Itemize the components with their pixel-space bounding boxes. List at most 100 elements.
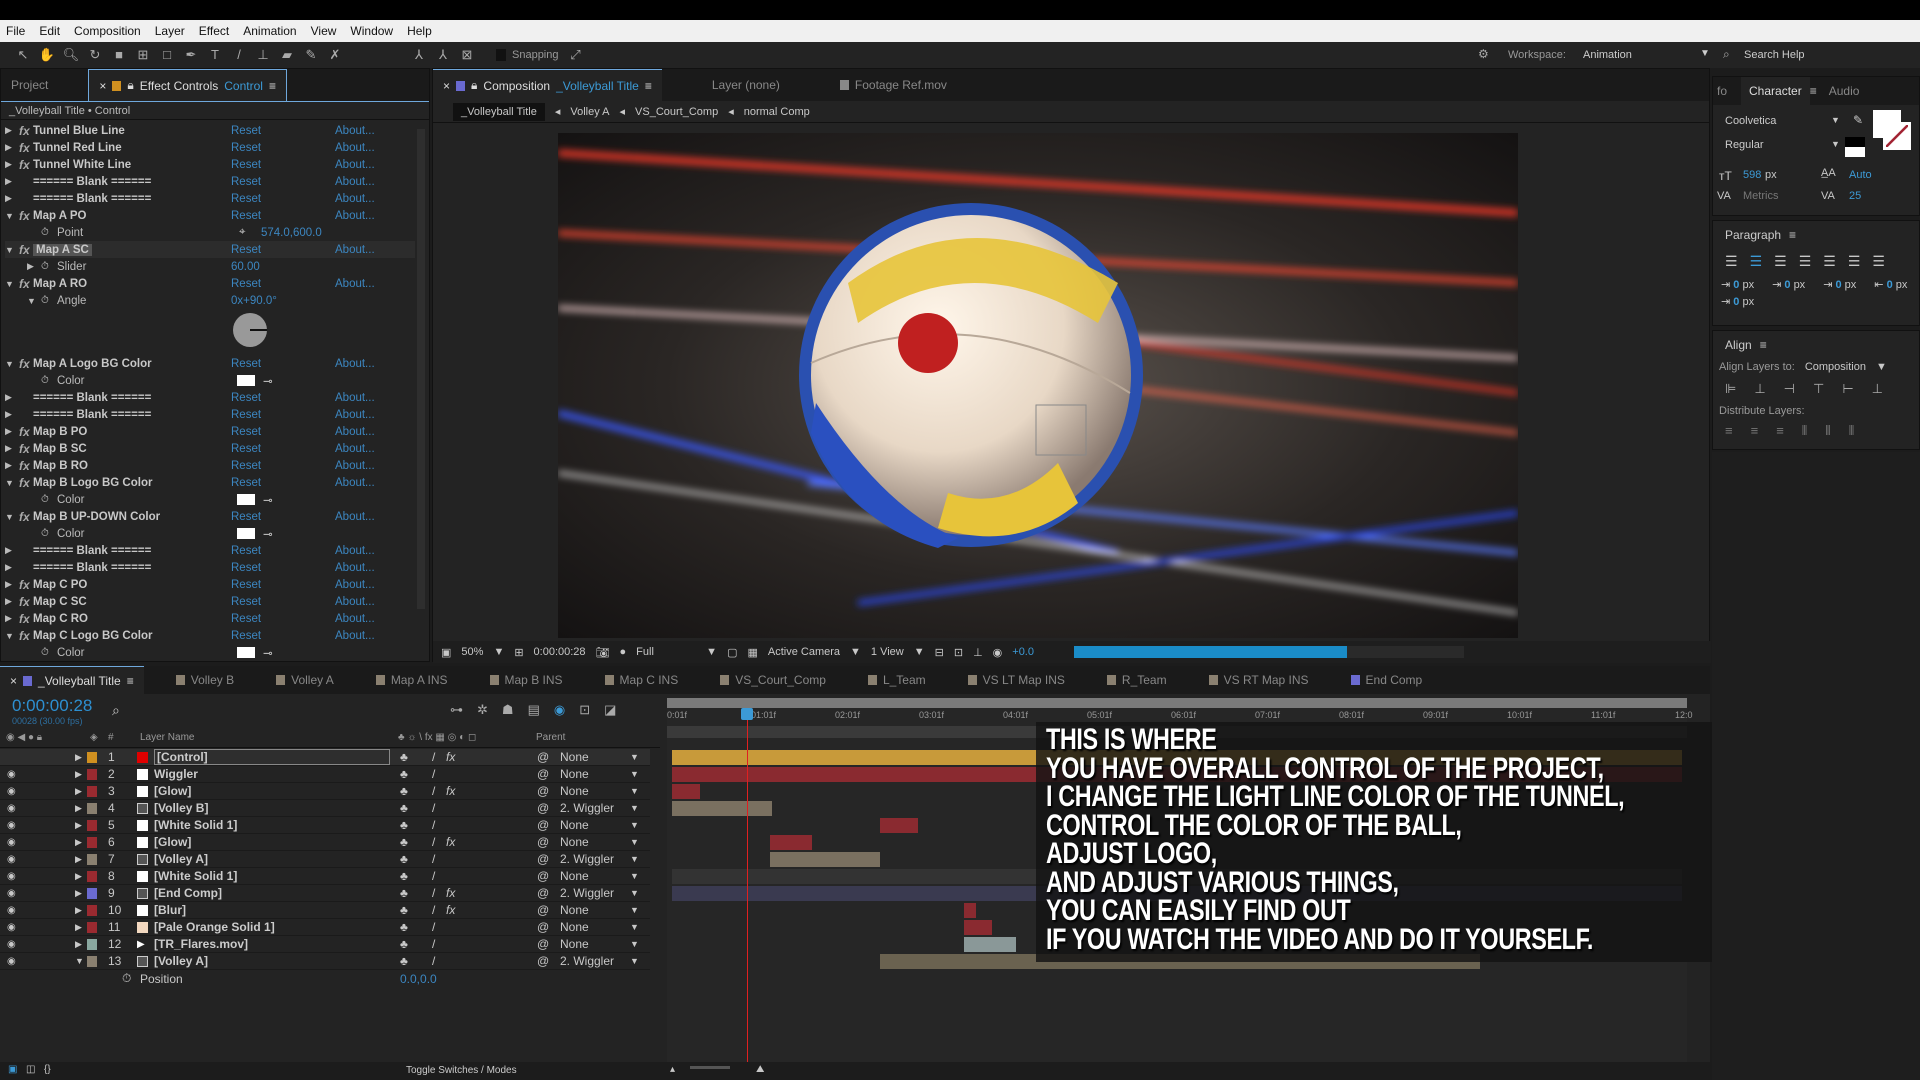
- layer-name[interactable]: [Volley A]: [154, 954, 208, 968]
- timeline-tab[interactable]: VS_Court_Comp: [710, 666, 836, 694]
- layer-row[interactable]: ◉ ▶ 3 [Glow] ♣ / fx @ None ▼: [0, 783, 650, 800]
- panel-menu-icon[interactable]: ≡: [645, 79, 652, 93]
- reset-link[interactable]: Reset: [231, 409, 261, 421]
- tab-character[interactable]: Character: [1741, 77, 1810, 105]
- menu-file[interactable]: File: [6, 24, 25, 38]
- layer-switches-icon[interactable]: ▣: [8, 1064, 17, 1075]
- chevron-down-icon[interactable]: ▼: [1831, 139, 1840, 149]
- axis-local-icon[interactable]: ⅄: [410, 47, 428, 63]
- justify-all-icon[interactable]: ☰: [1872, 253, 1885, 270]
- expand-triangle-icon[interactable]: ▶: [75, 854, 82, 865]
- chevron-down-icon[interactable]: ▼: [630, 803, 639, 813]
- reset-link[interactable]: Reset: [231, 210, 261, 222]
- shape-tool-icon[interactable]: □: [158, 47, 176, 63]
- effect-row[interactable]: ▼ fx Map B Logo BG Color Reset About...: [5, 474, 415, 491]
- fx-switch-icon[interactable]: fx: [446, 835, 455, 849]
- pick-whip-icon[interactable]: @: [537, 852, 549, 866]
- pick-whip-icon[interactable]: @: [537, 954, 549, 968]
- layer-duration-bar[interactable]: [770, 852, 880, 867]
- about-link[interactable]: About...: [335, 477, 375, 489]
- work-area-bar[interactable]: [667, 698, 1687, 708]
- parent-select[interactable]: 2. Wiggler: [560, 954, 614, 968]
- pick-whip-icon[interactable]: @: [537, 784, 549, 798]
- crosshair-icon[interactable]: ⌖: [239, 226, 245, 239]
- label-color[interactable]: [87, 956, 97, 967]
- layer-name[interactable]: [TR_Flares.mov]: [154, 937, 248, 951]
- effect-row[interactable]: ▶ ====== Blank ====== Reset About...: [5, 389, 415, 406]
- quality-switch-icon[interactable]: /: [432, 852, 435, 866]
- indent-left-field[interactable]: ⇥ 0 px: [1721, 278, 1754, 291]
- pick-whip-icon[interactable]: @: [537, 886, 549, 900]
- timeline-tab[interactable]: × _Volleyball Title ≡: [0, 666, 144, 694]
- shy-layers-icon[interactable]: ☗: [502, 702, 514, 718]
- indent-right-field[interactable]: ⇤ 0 px: [1874, 278, 1907, 291]
- eyedropper-icon[interactable]: ✎: [1853, 113, 1863, 127]
- expand-triangle-icon[interactable]: ▶: [5, 142, 19, 153]
- effect-row[interactable]: ▶ ====== Blank ====== Reset About...: [5, 190, 415, 207]
- reset-link[interactable]: Reset: [231, 562, 261, 574]
- layer-row[interactable]: ▶ 1 [Control] ♣ / fx @ None ▼: [0, 749, 650, 766]
- expand-triangle-icon[interactable]: ▶: [5, 125, 19, 136]
- transfer-controls-icon[interactable]: ◫: [26, 1064, 35, 1075]
- panel-menu-icon[interactable]: ≡: [269, 79, 276, 93]
- chevron-down-icon[interactable]: ▼: [630, 956, 639, 966]
- eyedropper-icon[interactable]: ⊸: [263, 527, 273, 541]
- chevron-down-icon[interactable]: ▼: [630, 820, 639, 830]
- panel-menu-icon[interactable]: ≡: [1789, 228, 1796, 242]
- quality-switch-icon[interactable]: /: [432, 954, 435, 968]
- layer-row[interactable]: ◉ ▶ 11 [Pale Orange Solid 1] ♣ / @ None ▼: [0, 919, 650, 936]
- timeline-tab[interactable]: Map B INS: [480, 666, 573, 694]
- color-swatch[interactable]: [237, 528, 255, 539]
- quality-switch-icon[interactable]: /: [432, 937, 435, 951]
- effect-row[interactable]: ⏱ Color ⊸: [5, 491, 415, 508]
- column-layer-name[interactable]: Layer Name: [140, 732, 194, 743]
- stopwatch-icon[interactable]: ⏱: [41, 261, 57, 272]
- transparency-grid-icon[interactable]: ▦: [747, 646, 757, 659]
- effect-row[interactable]: ▶ fx Map C PO Reset About...: [5, 576, 415, 593]
- label-color[interactable]: [87, 854, 97, 865]
- chevron-down-icon[interactable]: ▼: [1831, 115, 1840, 125]
- black-white-swatch[interactable]: [1845, 137, 1865, 157]
- quality-switch-icon[interactable]: /: [432, 903, 435, 917]
- effect-row[interactable]: ▼ fx Map A RO Reset About...: [5, 275, 415, 292]
- angle-dial[interactable]: [233, 313, 267, 347]
- breadcrumb-item[interactable]: _Volleyball Title: [453, 102, 545, 121]
- layer-duration-bar[interactable]: [880, 818, 918, 833]
- in-out-icon[interactable]: {}: [44, 1064, 51, 1075]
- effect-row[interactable]: ▶ fx Map C RO Reset About...: [5, 610, 415, 627]
- layer-name[interactable]: [Volley B]: [154, 801, 208, 815]
- color-swatch[interactable]: [237, 494, 255, 505]
- stopwatch-icon[interactable]: ⏱: [41, 647, 57, 658]
- about-link[interactable]: About...: [335, 125, 375, 137]
- shy-switch-icon[interactable]: ♣: [400, 767, 408, 781]
- timeline-tab[interactable]: End Comp: [1341, 666, 1433, 694]
- align-top-edges-icon[interactable]: ⊤: [1813, 381, 1824, 397]
- snapshot-icon[interactable]: 📷︎: [596, 646, 610, 659]
- fx-icon[interactable]: fx: [19, 277, 33, 291]
- effect-row[interactable]: ▼ fx Map A Logo BG Color Reset About...: [5, 355, 415, 372]
- expand-triangle-icon[interactable]: ▼: [5, 512, 19, 522]
- zoom-tool-icon[interactable]: 🔍︎: [62, 47, 80, 63]
- chevron-down-icon[interactable]: ▼: [630, 854, 639, 864]
- about-link[interactable]: About...: [335, 392, 375, 404]
- pick-whip-icon[interactable]: @: [537, 818, 549, 832]
- eye-icon[interactable]: ◉: [7, 871, 16, 882]
- about-link[interactable]: About...: [335, 142, 375, 154]
- chevron-down-icon[interactable]: ▼: [914, 646, 925, 658]
- expand-triangle-icon[interactable]: ▼: [5, 279, 19, 289]
- expand-triangle-icon[interactable]: ▼: [5, 245, 19, 255]
- expand-triangle-icon[interactable]: ▶: [5, 460, 19, 471]
- layer-duration-bar[interactable]: [672, 801, 772, 816]
- effect-row[interactable]: ⏱ Point 574.0,600.0 ⌖: [5, 224, 415, 241]
- shy-switch-icon[interactable]: ♣: [400, 886, 408, 900]
- quality-switch-icon[interactable]: /: [432, 750, 435, 764]
- fx-icon[interactable]: fx: [19, 629, 33, 643]
- shy-switch-icon[interactable]: ♣: [400, 869, 408, 883]
- about-link[interactable]: About...: [335, 630, 375, 642]
- parent-select[interactable]: None: [560, 835, 589, 849]
- align-center-icon[interactable]: ☰: [1750, 253, 1763, 270]
- pan-behind-tool-icon[interactable]: ⊞: [134, 47, 152, 63]
- layer-name[interactable]: [Blur]: [154, 903, 186, 917]
- effect-row[interactable]: ▼ fx Map C Logo BG Color Reset About...: [5, 627, 415, 644]
- about-link[interactable]: About...: [335, 409, 375, 421]
